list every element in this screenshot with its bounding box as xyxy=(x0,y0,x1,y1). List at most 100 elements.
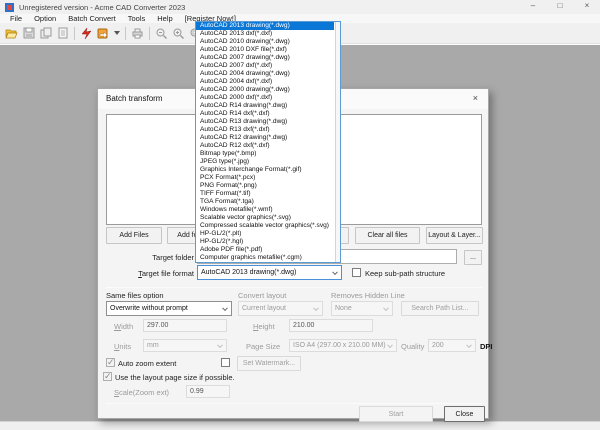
dropdown-list-item[interactable]: HP-GL/2(*.plt) xyxy=(196,230,334,238)
target-format-label: Target file format xyxy=(138,269,194,278)
dropdown-list-item[interactable]: Bitmap type(*.bmp) xyxy=(196,150,334,158)
dropdown-list-item[interactable]: AutoCAD 2000 drawing(*.dwg) xyxy=(196,86,334,94)
dropdown-list-item[interactable]: Graphics Interchange Format(*.gif) xyxy=(196,166,334,174)
dropdown-list-item[interactable]: AutoCAD 2007 drawing(*.dwg) xyxy=(196,54,334,62)
minimize-button[interactable]: – xyxy=(528,1,538,10)
zoom-in-icon[interactable] xyxy=(171,26,186,41)
print-icon[interactable] xyxy=(130,26,145,41)
height-label: Height xyxy=(253,322,275,331)
dropdown-list-item[interactable]: AutoCAD R12 drawing(*.dwg) xyxy=(196,134,334,142)
app-icon xyxy=(5,3,14,12)
dropdown-list-item[interactable]: AutoCAD R12 dxf(*.dxf) xyxy=(196,142,334,150)
scale-input: 0.99 xyxy=(186,385,230,398)
units-combobox: mm xyxy=(143,339,227,352)
auto-zoom-label: Auto zoom extent xyxy=(118,359,177,368)
zoom-out-icon[interactable] xyxy=(154,26,169,41)
width-input: 297.00 xyxy=(143,319,227,332)
title-bar: Unregistered version - Acme CAD Converte… xyxy=(0,0,600,14)
dropdown-list-item[interactable]: AutoCAD 2004 dxf(*.dxf) xyxy=(196,78,334,86)
dropdown-scrollbar[interactable] xyxy=(335,22,340,262)
convert-layout-value: Current layout xyxy=(242,305,286,312)
use-layout-size-checkbox xyxy=(103,371,112,382)
dialog-close-icon[interactable]: × xyxy=(473,93,478,103)
clear-all-files-button[interactable]: Clear all files xyxy=(355,227,420,244)
convert-layout-label: Convert layout xyxy=(238,291,287,300)
dropdown-list-item[interactable]: Compressed scalable vector graphics(*.sv… xyxy=(196,222,334,230)
dpi-label: DPI xyxy=(480,342,493,351)
chevron-down-icon xyxy=(222,304,228,311)
same-files-combobox[interactable]: Overwrite without prompt xyxy=(106,301,232,316)
dropdown-list-item[interactable]: AutoCAD 2013 drawing(*.dwg) xyxy=(196,22,334,30)
browse-folder-button[interactable]: ... xyxy=(464,250,482,265)
keep-subpath-label: Keep sub-path structure xyxy=(365,269,446,278)
dropdown-list-item[interactable]: JPEG type(*.jpg) xyxy=(196,158,334,166)
width-label: Width xyxy=(114,322,134,331)
close-dialog-button[interactable]: Close xyxy=(444,406,485,422)
use-layout-size-label: Use the layout page size if possible. xyxy=(115,373,235,382)
close-button[interactable]: × xyxy=(582,1,592,10)
dropdown-list-item[interactable]: AutoCAD R14 dxf(*.dxf) xyxy=(196,110,334,118)
quality-combobox: 200 xyxy=(428,339,476,352)
dropdown-list-item[interactable]: AutoCAD R13 dxf(*.dxf) xyxy=(196,126,334,134)
divider xyxy=(106,403,482,404)
status-bar xyxy=(0,421,600,430)
height-input: 210.00 xyxy=(289,319,373,332)
maximize-button[interactable]: □ xyxy=(555,1,565,10)
open-file-icon[interactable] xyxy=(4,26,19,41)
same-files-option-label: Same files option xyxy=(106,291,164,300)
quality-label: Quality xyxy=(401,342,425,351)
dropdown-list-item[interactable]: PNG Format(*.png) xyxy=(196,182,334,190)
page-size-label: Page Size xyxy=(246,342,281,351)
menu-item[interactable]: Option xyxy=(28,14,62,23)
app-window: Unregistered version - Acme CAD Converte… xyxy=(0,0,600,430)
dropdown-list-item[interactable]: AutoCAD R13 drawing(*.dwg) xyxy=(196,118,334,126)
dropdown-list-item[interactable]: Computer graphics metafile(*.cgm) xyxy=(196,254,334,262)
print-preview-icon[interactable] xyxy=(55,26,70,41)
removes-hidden-combobox: None xyxy=(331,301,393,316)
target-format-combobox[interactable]: AutoCAD 2013 drawing(*.dwg) xyxy=(197,265,342,280)
removes-hidden-line-label: Removes Hidden Line xyxy=(331,291,405,300)
keep-subpath-checkbox[interactable] xyxy=(352,268,361,277)
target-format-value: AutoCAD 2013 drawing(*.dwg) xyxy=(201,269,297,276)
dropdown-list-item[interactable]: Scalable vector graphics(*.svg) xyxy=(196,214,334,222)
dropdown-list-item[interactable]: AutoCAD 2010 DXF file(*.dxf) xyxy=(196,46,334,54)
dropdown-list-item[interactable]: AutoCAD 2000 dxf(*.dxf) xyxy=(196,94,334,102)
set-watermark-button[interactable]: Set Watermark... xyxy=(237,356,301,371)
auto-zoom-checkbox xyxy=(106,357,115,368)
page-size-combobox: ISO A4 (297.00 x 210.00 MM) xyxy=(289,339,397,352)
scale-label: Scale(Zoom ext) xyxy=(114,388,170,397)
quality-value: 200 xyxy=(432,342,444,349)
dropdown-list-item[interactable]: PCX Format(*.pcx) xyxy=(196,174,334,182)
menu-item[interactable]: Batch Convert xyxy=(62,14,122,23)
search-path-list-button[interactable]: Search Path List... xyxy=(401,301,479,316)
convert-icon[interactable] xyxy=(79,26,94,41)
dropdown-list-item[interactable]: TGA Format(*.tga) xyxy=(196,198,334,206)
start-button[interactable]: Start xyxy=(359,406,433,422)
chevron-down-icon xyxy=(332,268,338,275)
save-icon[interactable] xyxy=(21,26,36,41)
convert-layout-combobox: Current layout xyxy=(238,301,323,316)
dropdown-list-item[interactable]: AutoCAD 2010 drawing(*.dwg) xyxy=(196,38,334,46)
copy-icon[interactable] xyxy=(38,26,53,41)
units-value: mm xyxy=(147,342,159,349)
menu-item[interactable]: Help xyxy=(151,14,178,23)
menu-item[interactable]: File xyxy=(4,14,28,23)
chevron-down-icon xyxy=(313,304,319,311)
target-format-dropdown-list: AutoCAD 2013 drawing(*.dwg) AutoCAD 2013 … xyxy=(195,21,341,263)
batch-convert-dropdown-caret[interactable] xyxy=(114,31,120,35)
batch-convert-icon[interactable] xyxy=(96,26,111,41)
layout-layer-button[interactable]: Layout & Layer... xyxy=(426,227,483,244)
dropdown-list-item[interactable]: AutoCAD 2013 dxf(*.dxf) xyxy=(196,30,334,38)
watermark-checkbox[interactable] xyxy=(221,358,230,367)
menu-item[interactable]: Tools xyxy=(122,14,152,23)
target-folder-label: Target folder xyxy=(152,253,194,262)
add-files-button[interactable]: Add Files xyxy=(106,227,162,244)
dropdown-list-item[interactable]: AutoCAD 2004 drawing(*.dwg) xyxy=(196,70,334,78)
dropdown-list-item[interactable]: TIFF Format(*.tif) xyxy=(196,190,334,198)
dropdown-list-item[interactable]: Adobe PDF file(*.pdf) xyxy=(196,246,334,254)
dropdown-list-item[interactable]: AutoCAD R14 drawing(*.dwg) xyxy=(196,102,334,110)
dropdown-list-item[interactable]: HP-GL/2(*.hgl) xyxy=(196,238,334,246)
dropdown-list-item[interactable]: Windows metafile(*.wmf) xyxy=(196,206,334,214)
dropdown-list-item[interactable]: AutoCAD 2007 dxf(*.dxf) xyxy=(196,62,334,70)
chevron-down-icon xyxy=(383,304,389,311)
